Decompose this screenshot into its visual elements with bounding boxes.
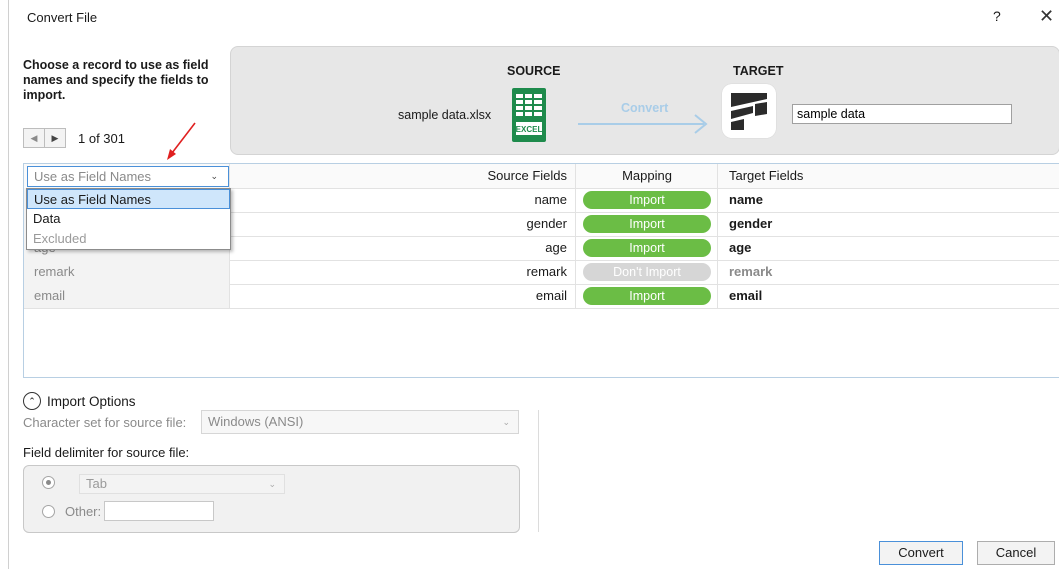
import-toggle[interactable]: Import [583, 287, 711, 305]
window-left-edge [0, 0, 9, 569]
delimiter-value: Tab [86, 476, 107, 491]
source-field-cell: email [232, 284, 576, 308]
source-field-cell: remark [232, 260, 576, 284]
convert-arrow-label: Convert [621, 101, 669, 115]
tab-radio[interactable] [42, 476, 55, 489]
source-file-name: sample data.xlsx [398, 108, 492, 122]
target-field-cell[interactable]: name [719, 188, 1057, 212]
tab-radio-row [42, 476, 65, 489]
window-title: Convert File [27, 10, 98, 25]
record-value-cell: email [24, 284, 230, 308]
record-usage-combo[interactable]: Use as Field Names ⌄ [27, 166, 229, 187]
chevron-up-icon: ⌃ [23, 392, 41, 410]
record-usage-dropdown-list: Use as Field Names Data Excluded [26, 188, 231, 250]
target-file-name-input[interactable] [792, 104, 1012, 124]
source-field-cell: name [232, 188, 576, 212]
cancel-button[interactable]: Cancel [977, 541, 1055, 565]
import-toggle[interactable]: Import [583, 215, 711, 233]
chevron-down-icon: ⌄ [210, 171, 218, 181]
dropdown-option-excluded[interactable]: Excluded [27, 229, 230, 249]
other-label: Other: [65, 504, 102, 519]
import-options-toggle[interactable]: ⌃ Import Options [23, 392, 136, 410]
delimiter-select[interactable]: Tab ⌄ [79, 474, 285, 494]
field-name-record-cell: Use as Field Names ⌄ [24, 164, 230, 188]
import-toggle[interactable]: Import [583, 191, 711, 209]
record-value-cell: remark [24, 260, 230, 284]
charset-label: Character set for source file: [23, 415, 187, 430]
charset-value: Windows (ANSI) [208, 414, 304, 429]
source-field-cell: age [232, 236, 576, 260]
target-fields-header: Target Fields [729, 168, 804, 183]
close-button[interactable]: ✕ [1039, 6, 1054, 27]
record-usage-combo-value: Use as Field Names [34, 169, 152, 184]
triangle-left-icon: ◀ [30, 132, 38, 143]
table-row: remark remark Don't Import remark [24, 260, 1059, 285]
mapping-header: Mapping [577, 164, 718, 188]
red-annotation-arrow [167, 122, 196, 160]
other-radio[interactable] [42, 505, 55, 518]
mapping-cell: Import [577, 284, 718, 308]
convert-button[interactable]: Convert [879, 541, 963, 565]
mapping-cell: Don't Import [577, 260, 718, 284]
delimiter-label: Field delimiter for source file: [23, 445, 190, 460]
dont-import-toggle[interactable]: Don't Import [583, 263, 711, 281]
help-button[interactable]: ? [993, 8, 1001, 24]
mapping-cell: Import [577, 212, 718, 236]
record-count: 1 of 301 [78, 130, 125, 146]
grid-header-row: Use as Field Names ⌄ Source Fields Mappi… [24, 164, 1059, 189]
other-delimiter-input[interactable] [104, 501, 214, 521]
source-fields-header: Source Fields [232, 164, 576, 188]
target-heading: TARGET [733, 64, 784, 78]
excel-badge-text: EXCEL [516, 125, 543, 134]
previous-record-button[interactable]: ◀ [23, 128, 45, 148]
title-bar: Convert File ? ✕ [9, 0, 1059, 34]
target-field-cell[interactable]: age [719, 236, 1057, 260]
options-divider [538, 410, 539, 532]
other-radio-row: Other: [42, 504, 101, 519]
table-row: email email Import email [24, 284, 1059, 309]
target-field-cell[interactable]: email [719, 284, 1057, 308]
excel-file-icon: EXCEL [512, 88, 546, 142]
next-record-button[interactable]: ▶ [45, 128, 66, 148]
chevron-down-icon: ⌄ [502, 417, 510, 427]
record-navigator: ◀ ▶ 1 of 301 [23, 128, 125, 148]
source-field-cell: gender [232, 212, 576, 236]
mapping-cell: Import [577, 236, 718, 260]
dropdown-option-field-names[interactable]: Use as Field Names [27, 189, 230, 209]
charset-select[interactable]: Windows (ANSI) ⌄ [201, 410, 519, 434]
target-field-cell[interactable]: remark [719, 260, 1057, 284]
filemaker-logo-icon [722, 84, 776, 138]
source-heading: SOURCE [507, 64, 561, 78]
mapping-cell: Import [577, 188, 718, 212]
target-field-cell[interactable]: gender [719, 212, 1057, 236]
import-options-label: Import Options [47, 393, 136, 409]
import-toggle[interactable]: Import [583, 239, 711, 257]
instruction-text: Choose a record to use as field names an… [23, 58, 209, 102]
dropdown-option-data[interactable]: Data [27, 209, 230, 229]
delimiter-group: Tab ⌄ Other: [23, 465, 520, 533]
chevron-down-icon: ⌄ [268, 479, 276, 489]
triangle-right-icon: ▶ [51, 132, 59, 143]
